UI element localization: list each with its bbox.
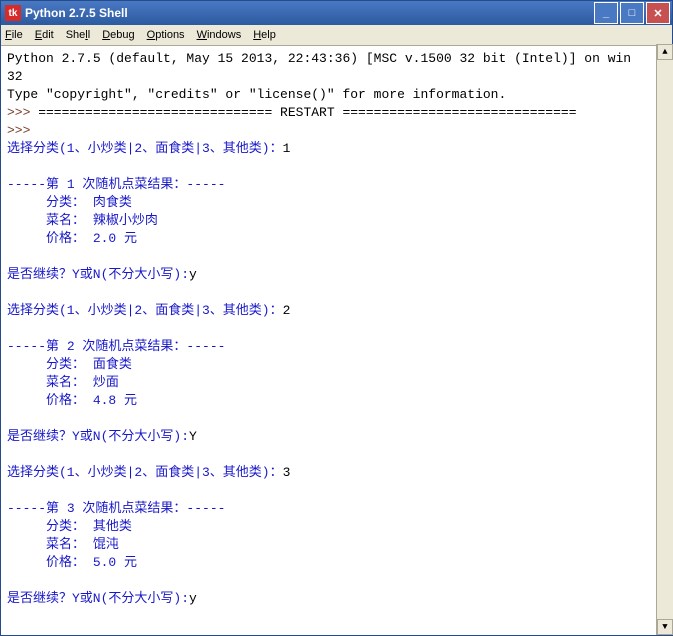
python-version-line1: Python 2.7.5 (default, May 15 2013, 22:4… — [7, 51, 631, 66]
name-row: 菜名： 炒面 — [7, 375, 119, 390]
scroll-down-button[interactable]: ▼ — [657, 619, 673, 635]
copyright-line: Type "copyright", "credits" or "license(… — [7, 87, 506, 102]
minimize-button[interactable]: _ — [594, 2, 618, 24]
continue-prompt-1: 是否继续？Y或N(不分大小写): — [7, 267, 189, 282]
vertical-scrollbar[interactable]: ▲ ▼ — [656, 44, 673, 635]
result-head: -----第 1 次随机点菜结果：----- — [7, 177, 225, 192]
scroll-track[interactable] — [657, 60, 673, 619]
price-row: 价格： 4.8 元 — [7, 393, 137, 408]
input-cont-1: y — [189, 267, 197, 282]
menu-file[interactable]: File — [5, 29, 23, 41]
menubar: File Edit Shell Debug Options Windows He… — [1, 25, 672, 46]
result-head: -----第 3 次随机点菜结果：----- — [7, 501, 225, 516]
menu-edit[interactable]: Edit — [35, 29, 54, 41]
restart-banner: ============================== RESTART =… — [30, 105, 576, 120]
cat-row: 分类： 其他类 — [7, 519, 132, 534]
name-row: 菜名： 辣椒小炒肉 — [7, 213, 158, 228]
menu-help[interactable]: Help — [253, 29, 276, 41]
result-head: -----第 2 次随机点菜结果：----- — [7, 339, 225, 354]
prompt: >>> — [7, 105, 30, 120]
price-row: 价格： 5.0 元 — [7, 555, 137, 570]
name-row: 菜名： 馄沌 — [7, 537, 119, 552]
price-row: 价格： 2.0 元 — [7, 231, 137, 246]
app-icon: tk — [5, 5, 21, 21]
menu-shell[interactable]: Shell — [66, 29, 90, 41]
select-prompt-2: 选择分类(1、小炒类|2、面食类|3、其他类)： — [7, 303, 283, 318]
input-sel-2: 2 — [283, 303, 291, 318]
menu-debug[interactable]: Debug — [102, 29, 134, 41]
cat-row: 分类： 面食类 — [7, 357, 132, 372]
input-sel-3: 3 — [283, 465, 291, 480]
shell-content[interactable]: Python 2.7.5 (default, May 15 2013, 22:4… — [1, 46, 672, 635]
titlebar: tk Python 2.7.5 Shell _ □ ✕ — [1, 1, 672, 25]
select-prompt-3: 选择分类(1、小炒类|2、面食类|3、其他类)： — [7, 465, 283, 480]
prompt: >>> — [7, 123, 30, 138]
maximize-button[interactable]: □ — [620, 2, 644, 24]
scroll-up-button[interactable]: ▲ — [657, 44, 673, 60]
input-cont-3: y — [189, 591, 197, 606]
python-version-line2: 32 — [7, 69, 23, 84]
input-sel-1: 1 — [283, 141, 291, 156]
select-prompt-1: 选择分类(1、小炒类|2、面食类|3、其他类)： — [7, 141, 283, 156]
continue-prompt-3: 是否继续？Y或N(不分大小写): — [7, 591, 189, 606]
menu-options[interactable]: Options — [147, 29, 185, 41]
input-cont-2: Y — [189, 429, 197, 444]
close-button[interactable]: ✕ — [646, 2, 670, 24]
menu-windows[interactable]: Windows — [197, 29, 242, 41]
cat-row: 分类： 肉食类 — [7, 195, 132, 210]
continue-prompt-2: 是否继续？Y或N(不分大小写): — [7, 429, 189, 444]
python-shell-window: tk Python 2.7.5 Shell _ □ ✕ File Edit Sh… — [0, 0, 673, 636]
window-title: Python 2.7.5 Shell — [25, 6, 128, 20]
